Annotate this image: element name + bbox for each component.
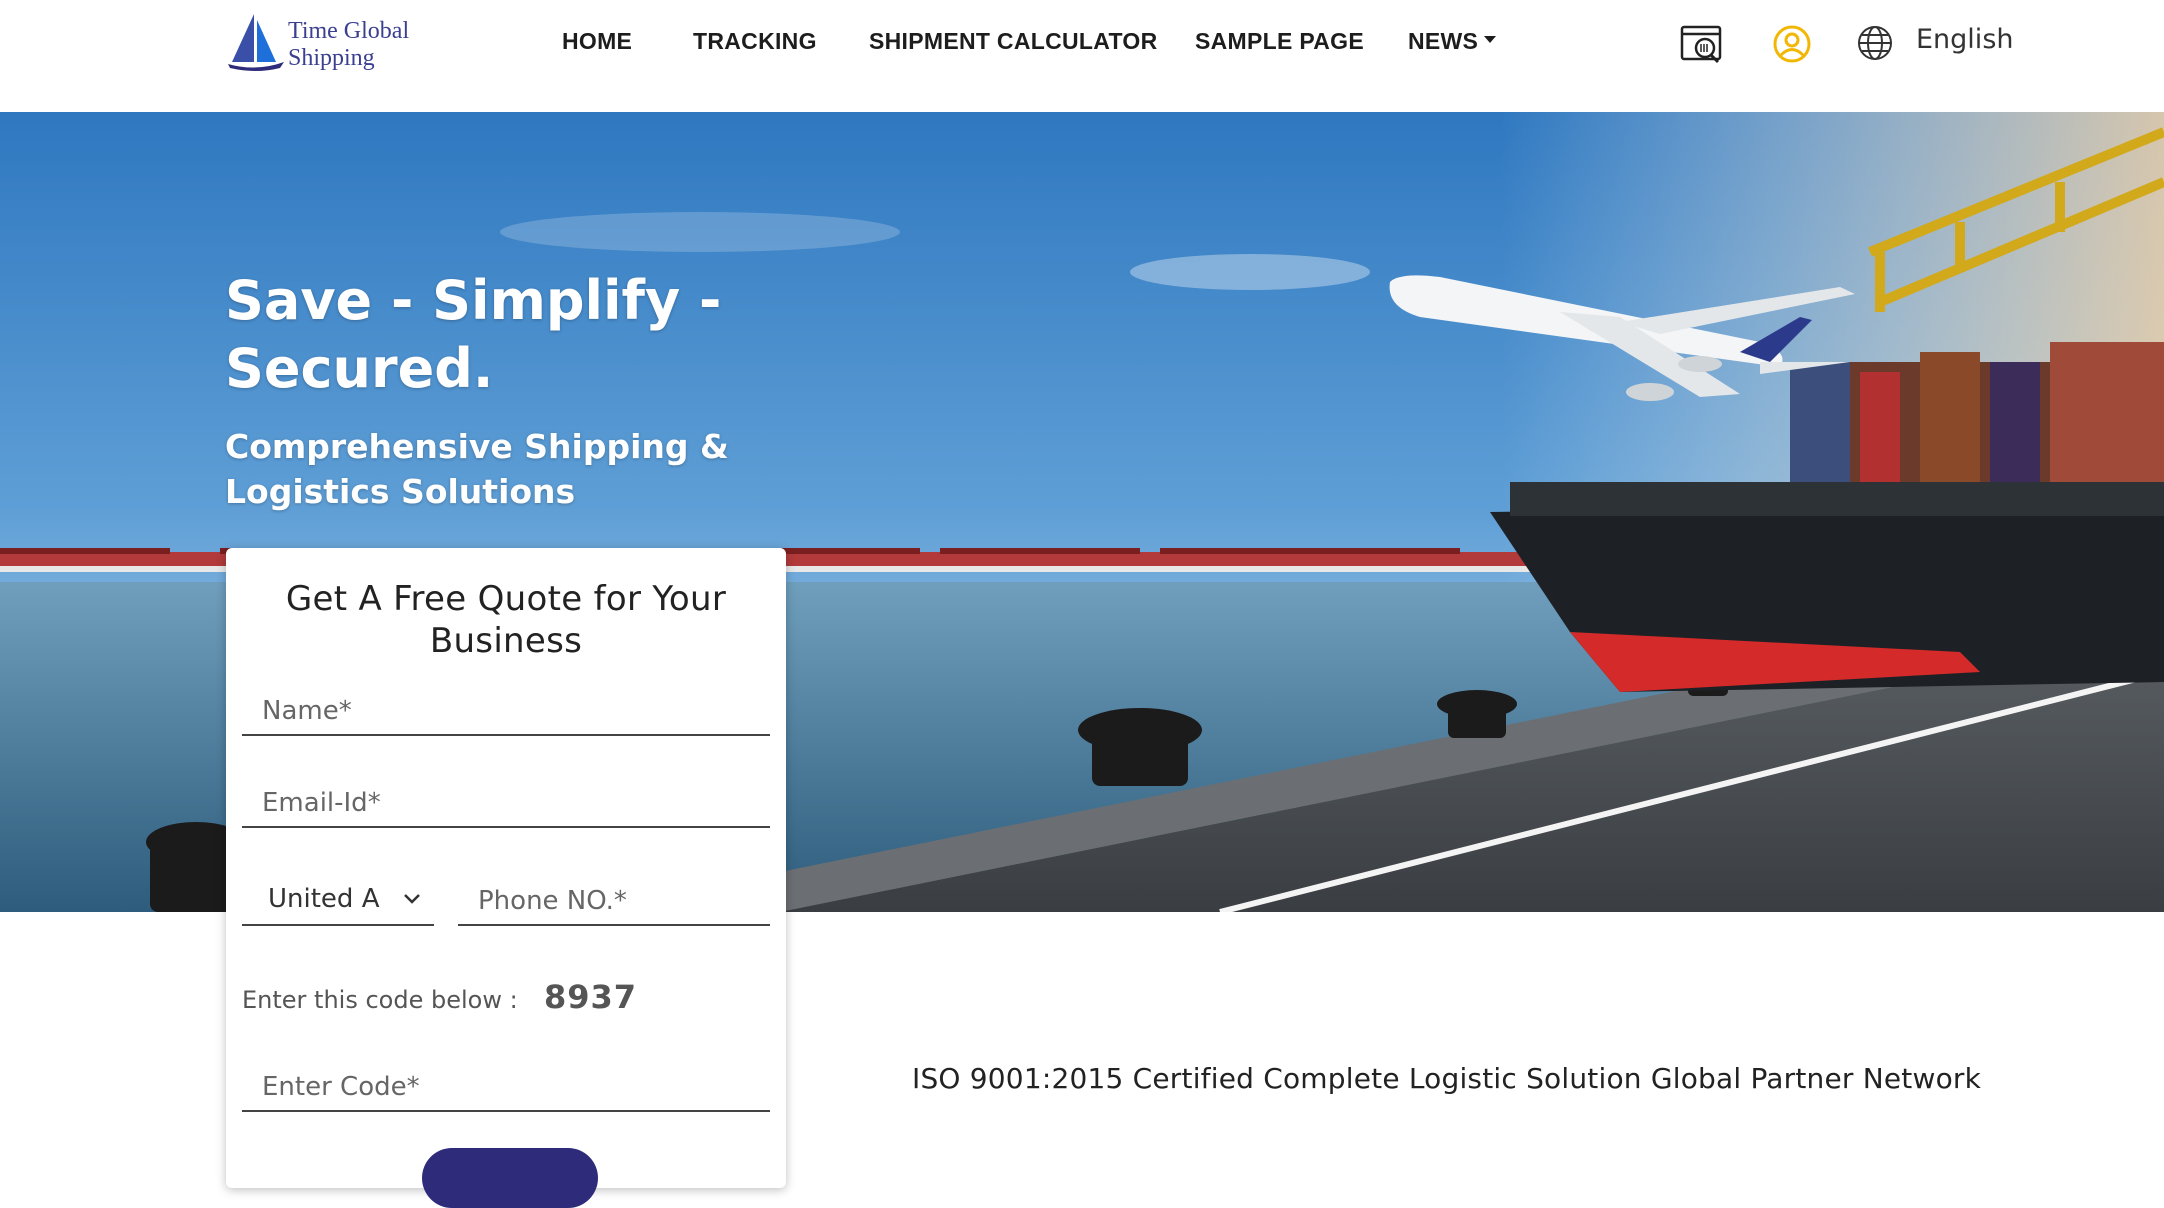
hero-subtitle: Comprehensive Shipping & Logistics Solut… xyxy=(225,427,729,511)
brand-name-line1: Time Global xyxy=(288,18,410,44)
country-code-value: United A xyxy=(268,884,380,914)
globe-icon[interactable] xyxy=(1856,24,1894,66)
submit-button[interactable] xyxy=(422,1148,598,1208)
name-field[interactable] xyxy=(242,688,770,736)
nav-tracking[interactable]: TRACKING xyxy=(693,24,817,58)
nav-news[interactable]: NEWS xyxy=(1408,24,1497,58)
nav-sample-page[interactable]: SAMPLE PAGE xyxy=(1195,24,1364,58)
nav-news-label: NEWS xyxy=(1408,28,1479,54)
quote-form: Get A Free Quote for Your Business Unite… xyxy=(226,548,786,1208)
brand-name-line2: Shipping xyxy=(288,45,375,71)
user-account-icon[interactable] xyxy=(1772,24,1812,68)
language-selector[interactable]: English xyxy=(1916,22,2014,58)
brand-name: Time Global Shipping xyxy=(288,18,409,72)
tracking-scan-icon[interactable] xyxy=(1680,24,1724,68)
nav-home[interactable]: HOME xyxy=(562,24,632,58)
captcha-code: 8937 xyxy=(544,978,638,1016)
sailboat-logo-icon xyxy=(228,14,284,71)
caret-down-icon xyxy=(1484,36,1497,44)
quote-form-title: Get A Free Quote for Your Business xyxy=(285,579,727,661)
phone-field[interactable] xyxy=(458,878,770,926)
nav-shipment-calculator[interactable]: SHIPMENT CALCULATOR xyxy=(869,24,1158,58)
brand-logo[interactable]: Time Global Shipping xyxy=(226,12,426,72)
email-field[interactable] xyxy=(242,780,770,828)
captcha-label: Enter this code below : xyxy=(242,986,518,1014)
captcha-input[interactable] xyxy=(242,1064,770,1112)
site-header: Time Global Shipping HOME TRACKING SHIPM… xyxy=(0,0,2164,112)
chevron-down-icon xyxy=(404,894,420,904)
certification-text: ISO 9001:2015 Certified Complete Logisti… xyxy=(912,1062,1982,1095)
hero-title: Save - Simplify - Secured. xyxy=(225,269,722,400)
country-code-select[interactable]: United A xyxy=(242,878,434,926)
